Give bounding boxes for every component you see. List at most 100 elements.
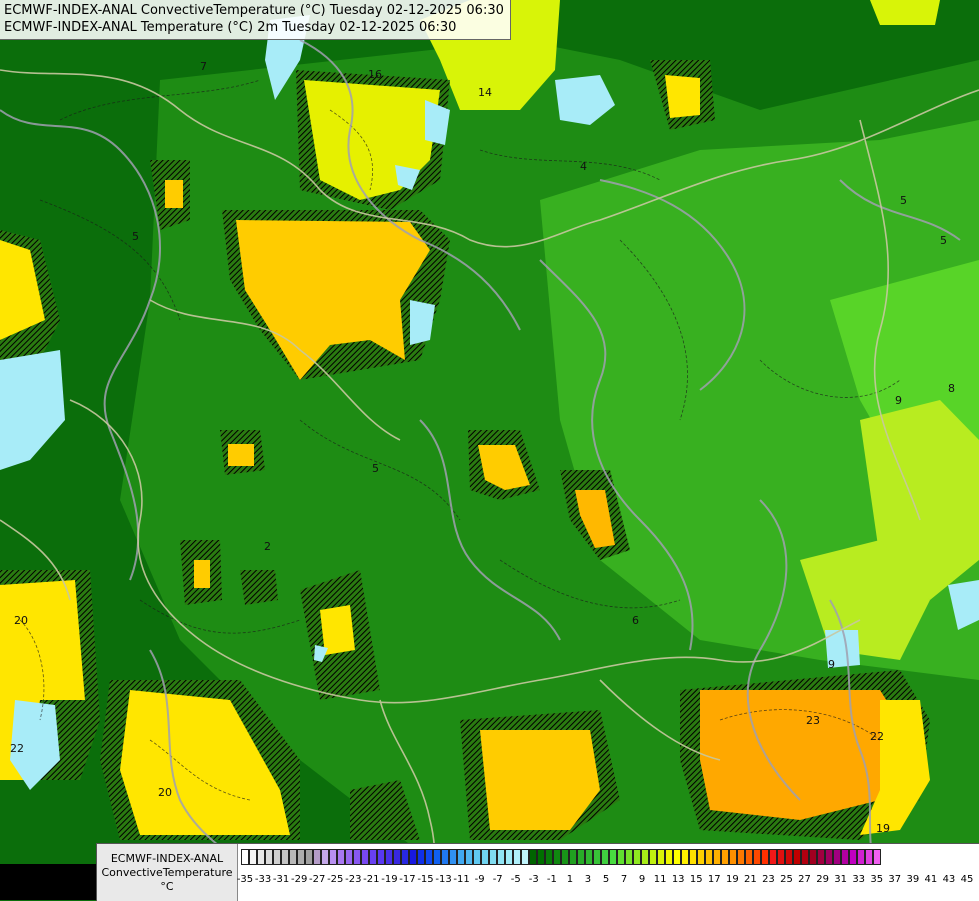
- legend-swatch: [729, 849, 737, 865]
- legend-tick-label: 3: [584, 874, 592, 885]
- legend-swatch: [817, 849, 825, 865]
- legend-swatch: [865, 849, 873, 865]
- contour-label: 14: [478, 86, 492, 99]
- legend-swatch: [721, 849, 729, 865]
- legend-swatch: [641, 849, 649, 865]
- contour-label: 6: [632, 614, 639, 627]
- legend-color-scale: [241, 849, 881, 865]
- legend-swatch: [273, 849, 281, 865]
- legend-tick-label: -31: [272, 874, 290, 885]
- contour-label: 5: [132, 230, 139, 243]
- legend-tick-label: -19: [381, 874, 398, 885]
- legend-swatch: [305, 849, 313, 865]
- legend-swatch: [321, 849, 329, 865]
- legend-tick-label: 43: [942, 874, 956, 885]
- legend-swatch: [681, 849, 689, 865]
- legend-swatch: [793, 849, 801, 865]
- contour-label: 23: [806, 714, 820, 727]
- legend-swatch: [609, 849, 617, 865]
- legend-swatch: [785, 849, 793, 865]
- legend-tick-label: 39: [906, 874, 920, 885]
- legend-swatch: [577, 849, 585, 865]
- legend-tick-label: 37: [888, 874, 902, 885]
- legend-swatch: [329, 849, 337, 865]
- legend-swatch: [537, 849, 545, 865]
- contour-label: 5: [372, 462, 379, 475]
- legend-tick-label: -27: [309, 874, 326, 885]
- legend-tick-label: 11: [653, 874, 667, 885]
- legend-tick-label: 45: [960, 874, 974, 885]
- legend-swatch: [385, 849, 393, 865]
- legend-swatch: [441, 849, 449, 865]
- legend-corner-strip: [0, 864, 96, 900]
- gold-patch-small-3: [165, 180, 183, 208]
- legend-swatch: [713, 849, 721, 865]
- legend-tick-label: -25: [327, 874, 344, 885]
- contour-label: 16: [368, 68, 382, 81]
- legend-tick-label: 7: [620, 874, 628, 885]
- legend-swatch: [433, 849, 441, 865]
- legend-tick-label: -15: [417, 874, 434, 885]
- contour-label: 22: [870, 730, 884, 743]
- legend-tick-label: 35: [870, 874, 884, 885]
- legend-swatch: [705, 849, 713, 865]
- legend-tick-label: -1: [546, 874, 557, 885]
- legend-swatch: [833, 849, 841, 865]
- yellow-patch-top-right: [870, 0, 940, 25]
- contour-label: 9: [895, 394, 902, 407]
- legend-tick-label: -35: [236, 874, 254, 885]
- legend-swatch: [761, 849, 769, 865]
- color-legend: ECMWF-INDEX-ANAL ConvectiveTemperature °…: [96, 843, 979, 901]
- legend-tick-label: 23: [762, 874, 775, 885]
- title-line-convective: ECMWF-INDEX-ANAL ConvectiveTemperature (…: [4, 3, 504, 18]
- legend-swatch: [481, 849, 489, 865]
- legend-swatch: [801, 849, 809, 865]
- legend-swatch: [593, 849, 601, 865]
- legend-swatch: [849, 849, 857, 865]
- legend-swatch: [489, 849, 497, 865]
- legend-tick-label: 15: [689, 874, 703, 885]
- legend-swatch: [553, 849, 561, 865]
- legend-swatch: [809, 849, 817, 865]
- contour-label: 20: [158, 786, 172, 799]
- contour-label: 22: [10, 742, 24, 755]
- legend-swatch: [825, 849, 833, 865]
- legend-tick-label: 5: [602, 874, 610, 885]
- legend-swatch: [665, 849, 673, 865]
- legend-swatch: [545, 849, 553, 865]
- legend-swatch: [241, 849, 249, 865]
- legend-swatch: [505, 849, 513, 865]
- legend-swatch: [345, 849, 353, 865]
- legend-swatch: [689, 849, 697, 865]
- legend-swatch: [289, 849, 297, 865]
- legend-tick-label: -5: [510, 874, 521, 885]
- legend-swatch: [249, 849, 257, 865]
- legend-swatch: [617, 849, 625, 865]
- legend-swatch: [649, 849, 657, 865]
- legend-swatch: [377, 849, 385, 865]
- title-line-temperature: ECMWF-INDEX-ANAL Temperature (°C) 2m Tue…: [4, 20, 457, 35]
- contour-label: 19: [876, 822, 890, 835]
- legend-tick-label: -7: [492, 874, 503, 885]
- yellow-patch-ne: [665, 75, 700, 118]
- legend-swatch: [497, 849, 505, 865]
- contour-label: 20: [14, 614, 28, 627]
- legend-swatch: [449, 849, 457, 865]
- legend-swatch: [513, 849, 521, 865]
- map-title-box: ECMWF-INDEX-ANAL ConvectiveTemperature (…: [0, 0, 511, 40]
- legend-tick-label: 33: [852, 874, 866, 885]
- contour-label: 7: [200, 60, 207, 73]
- legend-swatch: [401, 849, 409, 865]
- legend-tick-label: 19: [725, 874, 739, 885]
- legend-swatch: [353, 849, 361, 865]
- legend-tick-label: 29: [816, 874, 829, 885]
- legend-title-line1: ECMWF-INDEX-ANAL: [110, 851, 224, 865]
- legend-swatch: [753, 849, 761, 865]
- contour-label: 4: [580, 160, 587, 173]
- legend-swatch: [633, 849, 641, 865]
- legend-swatch: [313, 849, 321, 865]
- legend-swatch: [417, 849, 425, 865]
- contour-label: 5: [900, 194, 907, 207]
- legend-tick-label: -3: [528, 874, 539, 885]
- legend-tick-label: -11: [453, 874, 470, 885]
